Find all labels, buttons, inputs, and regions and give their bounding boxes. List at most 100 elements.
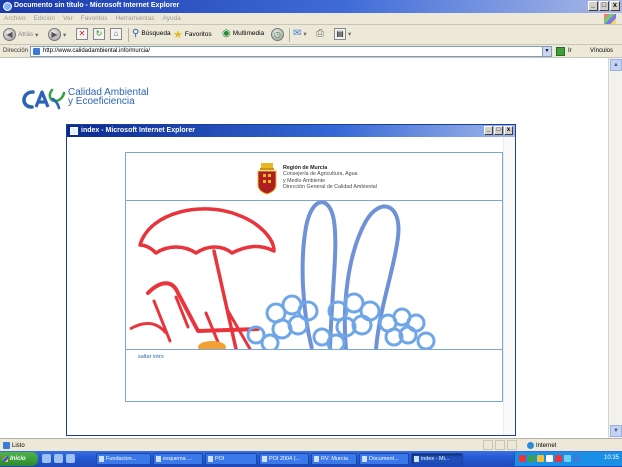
media-icon: ◉ xyxy=(222,28,231,39)
status-cells xyxy=(483,440,517,450)
task-button[interactable]: POI 2004 (... xyxy=(259,453,309,465)
system-tray: 10:35 xyxy=(514,452,622,466)
region-crest-icon xyxy=(257,163,277,195)
quick-launch xyxy=(42,454,75,463)
calidad-ambiental-logo xyxy=(22,88,66,110)
address-dropdown-icon[interactable]: ▼ xyxy=(542,47,551,56)
tray-icon[interactable] xyxy=(555,455,562,462)
favorites-button[interactable]: ★ Favoritos xyxy=(173,28,212,41)
status-bar: Listo Internet xyxy=(0,438,622,451)
multimedia-label: Multimedia xyxy=(232,30,265,37)
refresh-button[interactable]: ↻ xyxy=(93,28,105,40)
back-arrow-icon: ◀ xyxy=(3,28,16,41)
tray-icon[interactable] xyxy=(519,455,526,462)
menu-ayuda[interactable]: Ayuda xyxy=(163,15,181,22)
menu-ver[interactable]: Ver xyxy=(63,15,73,22)
forward-button[interactable]: ▶ ▾ xyxy=(48,28,66,41)
popup-minimize-button[interactable]: _ xyxy=(484,126,493,135)
browser-title-bar: Documento sin título - Microsoft Interne… xyxy=(0,0,622,13)
page-icon xyxy=(33,48,40,55)
page-scrollbar[interactable]: ▲ ▼ xyxy=(608,58,622,438)
back-label: Atrás xyxy=(18,31,34,38)
security-zone: Internet xyxy=(527,442,556,449)
internet-explorer-icon xyxy=(3,2,12,11)
stop-icon: ✕ xyxy=(76,28,88,40)
menu-bar: Archivo Edición Ver Favoritos Herramient… xyxy=(0,13,622,25)
tray-icon[interactable] xyxy=(573,455,580,462)
back-button[interactable]: ◀ Atrás ▾ xyxy=(3,28,38,41)
stop-button[interactable]: ✕ xyxy=(76,28,88,40)
maximize-button[interactable]: □ xyxy=(599,1,609,11)
frame-divider-bottom xyxy=(126,349,502,350)
windows-taskbar: Inicio Fundacion... esquema ... POI POI … xyxy=(0,451,622,467)
globe-icon xyxy=(527,442,534,449)
scroll-up-icon[interactable]: ▲ xyxy=(610,59,622,71)
refresh-icon: ↻ xyxy=(93,28,105,40)
tray-icon[interactable] xyxy=(528,455,535,462)
edit-icon: ▤ xyxy=(334,28,346,40)
task-button[interactable]: Document... xyxy=(359,453,409,465)
region-direccion: Dirección General de Calidad Ambiental xyxy=(283,184,377,191)
links-button[interactable]: Vínculos xyxy=(590,48,613,54)
search-label: Búsqueda xyxy=(141,30,171,37)
go-button[interactable]: Ir xyxy=(568,48,572,54)
intro-frame: Región de Murcia Consejería de Agricultu… xyxy=(125,152,503,402)
close-button[interactable]: x xyxy=(610,1,620,11)
favorites-label: Favoritos xyxy=(184,31,212,38)
zone-label: Internet xyxy=(536,442,557,449)
address-url: http://www.calidadambiental.info/murcia/ xyxy=(43,48,151,54)
popup-close-button[interactable]: x xyxy=(504,126,513,135)
task-buttons: Fundacion... esquema ... POI POI 2004 (.… xyxy=(96,453,463,465)
address-input[interactable]: http://www.calidadambiental.info/murcia/… xyxy=(30,46,552,57)
home-button[interactable]: ⌂ xyxy=(110,28,122,40)
go-arrow-icon[interactable] xyxy=(556,47,565,56)
menu-edicion[interactable]: Edición xyxy=(34,15,55,22)
start-label: Inicio xyxy=(10,456,26,462)
multimedia-button[interactable]: ◉ Multimedia xyxy=(222,28,264,39)
logo-text: Calidad Ambiental y Ecoeficiencia xyxy=(68,88,149,107)
popup-title: index - Microsoft Internet Explorer xyxy=(81,127,195,134)
task-button-active[interactable]: index - Mi... xyxy=(411,453,463,465)
windows-flag-icon xyxy=(2,456,8,462)
menu-herramientas[interactable]: Herramientas xyxy=(116,15,155,22)
menu-favoritos[interactable]: Favoritos xyxy=(81,15,108,22)
popup-maximize-button[interactable]: □ xyxy=(494,126,503,135)
logo-line2: y Ecoeficiencia xyxy=(68,96,135,107)
task-button[interactable]: Fundacion... xyxy=(96,453,151,465)
window-title: Documento sin título - Microsoft Interne… xyxy=(14,2,180,9)
scroll-down-icon[interactable]: ▼ xyxy=(610,425,622,437)
quicklaunch-desktop-icon[interactable] xyxy=(54,454,63,463)
history-button[interactable]: ◷ xyxy=(271,28,284,41)
standard-toolbar: ◀ Atrás ▾ ▶ ▾ ✕ ↻ ⌂ ⚲ Búsqueda ★ Favorit… xyxy=(0,25,622,45)
tray-icon[interactable] xyxy=(537,455,544,462)
task-button[interactable]: esquema ... xyxy=(153,453,203,465)
task-button[interactable]: RV: Murcia xyxy=(311,453,357,465)
search-button[interactable]: ⚲ Búsqueda xyxy=(132,28,171,39)
start-button[interactable]: Inicio xyxy=(0,452,38,466)
popup-window: index - Microsoft Internet Explorer _ □ … xyxy=(66,124,516,436)
popup-title-bar: index - Microsoft Internet Explorer _ □ … xyxy=(67,125,515,137)
quicklaunch-ie-icon[interactable] xyxy=(42,454,51,463)
menu-archivo[interactable]: Archivo xyxy=(4,15,26,22)
task-button[interactable]: POI xyxy=(205,453,257,465)
edit-button[interactable]: ▤ ▾ xyxy=(334,28,351,40)
window-controls: _ □ x xyxy=(588,1,620,11)
print-button[interactable]: ⎙ xyxy=(316,28,324,39)
tray-icon[interactable] xyxy=(564,455,571,462)
forward-arrow-icon: ▶ xyxy=(48,28,61,41)
popup-scrollbar[interactable] xyxy=(503,137,515,435)
address-bar: Dirección http://www.calidadambiental.in… xyxy=(0,45,622,58)
clock[interactable]: 10:35 xyxy=(604,455,619,461)
tray-icon[interactable] xyxy=(546,455,553,462)
status-page-icon xyxy=(3,442,10,449)
star-icon: ★ xyxy=(173,29,183,41)
quicklaunch-mail-icon[interactable] xyxy=(66,454,75,463)
page-content: Calidad Ambiental y Ecoeficiencia index … xyxy=(0,58,608,438)
mail-button[interactable]: ✉ ▾ xyxy=(293,28,307,39)
region-header: Región de Murcia Consejería de Agricultu… xyxy=(283,165,377,191)
search-icon: ⚲ xyxy=(132,28,140,39)
print-icon: ⎙ xyxy=(316,28,324,39)
minimize-button[interactable]: _ xyxy=(588,1,598,11)
skip-intro-link[interactable]: saltar intro xyxy=(138,354,164,360)
popup-window-controls: _ □ x xyxy=(484,126,513,135)
